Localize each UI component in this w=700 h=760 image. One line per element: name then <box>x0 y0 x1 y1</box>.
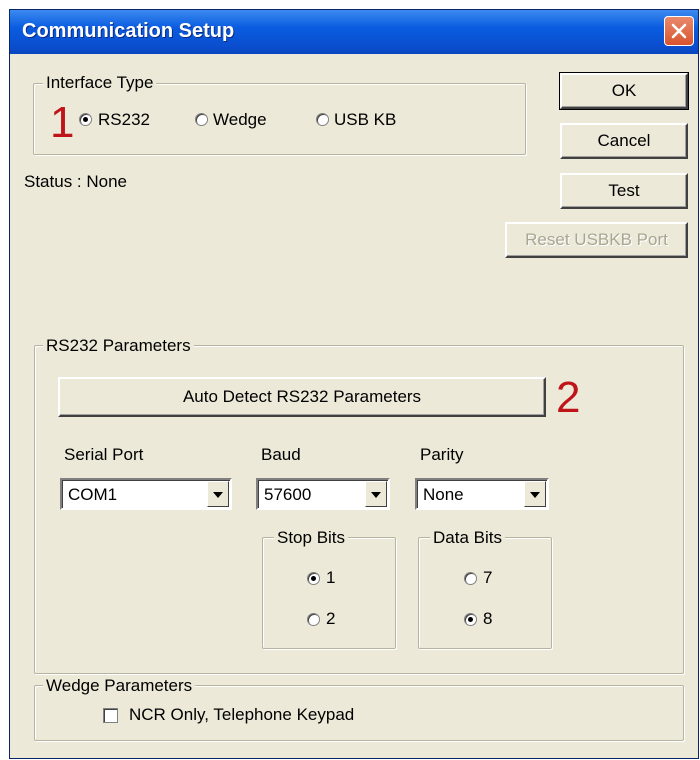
radio-data-bits-7[interactable] <box>464 572 477 585</box>
auto-detect-rs232-label: Auto Detect RS232 Parameters <box>182 387 422 406</box>
stop-bits-group <box>262 537 396 649</box>
radio-data-bits-8[interactable] <box>464 613 477 626</box>
radio-rs232[interactable] <box>79 113 92 126</box>
baud-dropdown[interactable]: 57600 <box>256 478 390 510</box>
radio-rs232-label[interactable]: RS232 <box>98 110 150 130</box>
radio-stop-bits-2[interactable] <box>307 613 320 626</box>
serial-port-label: Serial Port <box>64 445 144 464</box>
cancel-button-label: Cancel <box>597 131 651 150</box>
ncr-telephone-keypad-label[interactable]: NCR Only, Telephone Keypad <box>129 705 354 725</box>
test-button-label: Test <box>608 181 640 200</box>
reset-usbkb-port-label: Reset USBKB Port <box>525 230 668 249</box>
serial-port-dropdown-arrow-icon[interactable] <box>207 481 229 507</box>
annotation-marker-1: 1 <box>50 98 75 147</box>
serial-port-dropdown[interactable]: COM1 <box>60 478 232 510</box>
radio-stop-bits-2-label[interactable]: 2 <box>326 609 335 629</box>
parity-label: Parity <box>420 445 464 464</box>
status-text: Status : None <box>24 172 128 191</box>
parity-dropdown[interactable]: None <box>415 478 549 510</box>
parity-dropdown-arrow-icon[interactable] <box>524 481 546 507</box>
radio-usb-kb[interactable] <box>316 113 329 126</box>
dialog-window: Communication Setup Interface Type 1 RS2… <box>9 9 699 759</box>
radio-stop-bits-1[interactable] <box>307 572 320 585</box>
radio-wedge[interactable] <box>195 113 208 126</box>
annotation-marker-2: 2 <box>556 373 581 422</box>
radio-data-bits-8-label[interactable]: 8 <box>483 609 492 629</box>
baud-value: 57600 <box>264 485 312 504</box>
radio-usb-kb-label[interactable]: USB KB <box>334 110 396 130</box>
cancel-button[interactable]: Cancel <box>560 123 688 159</box>
stop-bits-legend: Stop Bits <box>274 528 349 548</box>
test-button[interactable]: Test <box>560 173 688 209</box>
data-bits-group <box>418 537 552 649</box>
auto-detect-rs232-button[interactable]: Auto Detect RS232 Parameters <box>58 377 546 417</box>
ncr-telephone-keypad-checkbox[interactable] <box>103 708 118 723</box>
close-button[interactable] <box>664 16 694 46</box>
title-bar[interactable]: Communication Setup <box>10 10 698 54</box>
baud-dropdown-arrow-icon[interactable] <box>365 481 387 507</box>
radio-wedge-label[interactable]: Wedge <box>213 110 267 130</box>
serial-port-value: COM1 <box>68 485 118 504</box>
radio-data-bits-7-label[interactable]: 7 <box>483 568 492 588</box>
interface-type-legend: Interface Type <box>43 73 157 93</box>
data-bits-legend: Data Bits <box>430 528 505 548</box>
radio-stop-bits-1-label[interactable]: 1 <box>326 568 335 588</box>
reset-usbkb-port-button[interactable]: Reset USBKB Port <box>505 222 688 258</box>
rs232-parameters-legend: RS232 Parameters <box>43 336 194 356</box>
window-title: Communication Setup <box>22 20 235 42</box>
baud-label: Baud <box>261 445 301 464</box>
close-x-icon <box>671 23 687 39</box>
wedge-parameters-legend: Wedge Parameters <box>43 676 196 696</box>
ok-button[interactable]: OK <box>559 72 689 110</box>
parity-value: None <box>423 485 464 504</box>
ok-button-label: OK <box>611 81 637 100</box>
